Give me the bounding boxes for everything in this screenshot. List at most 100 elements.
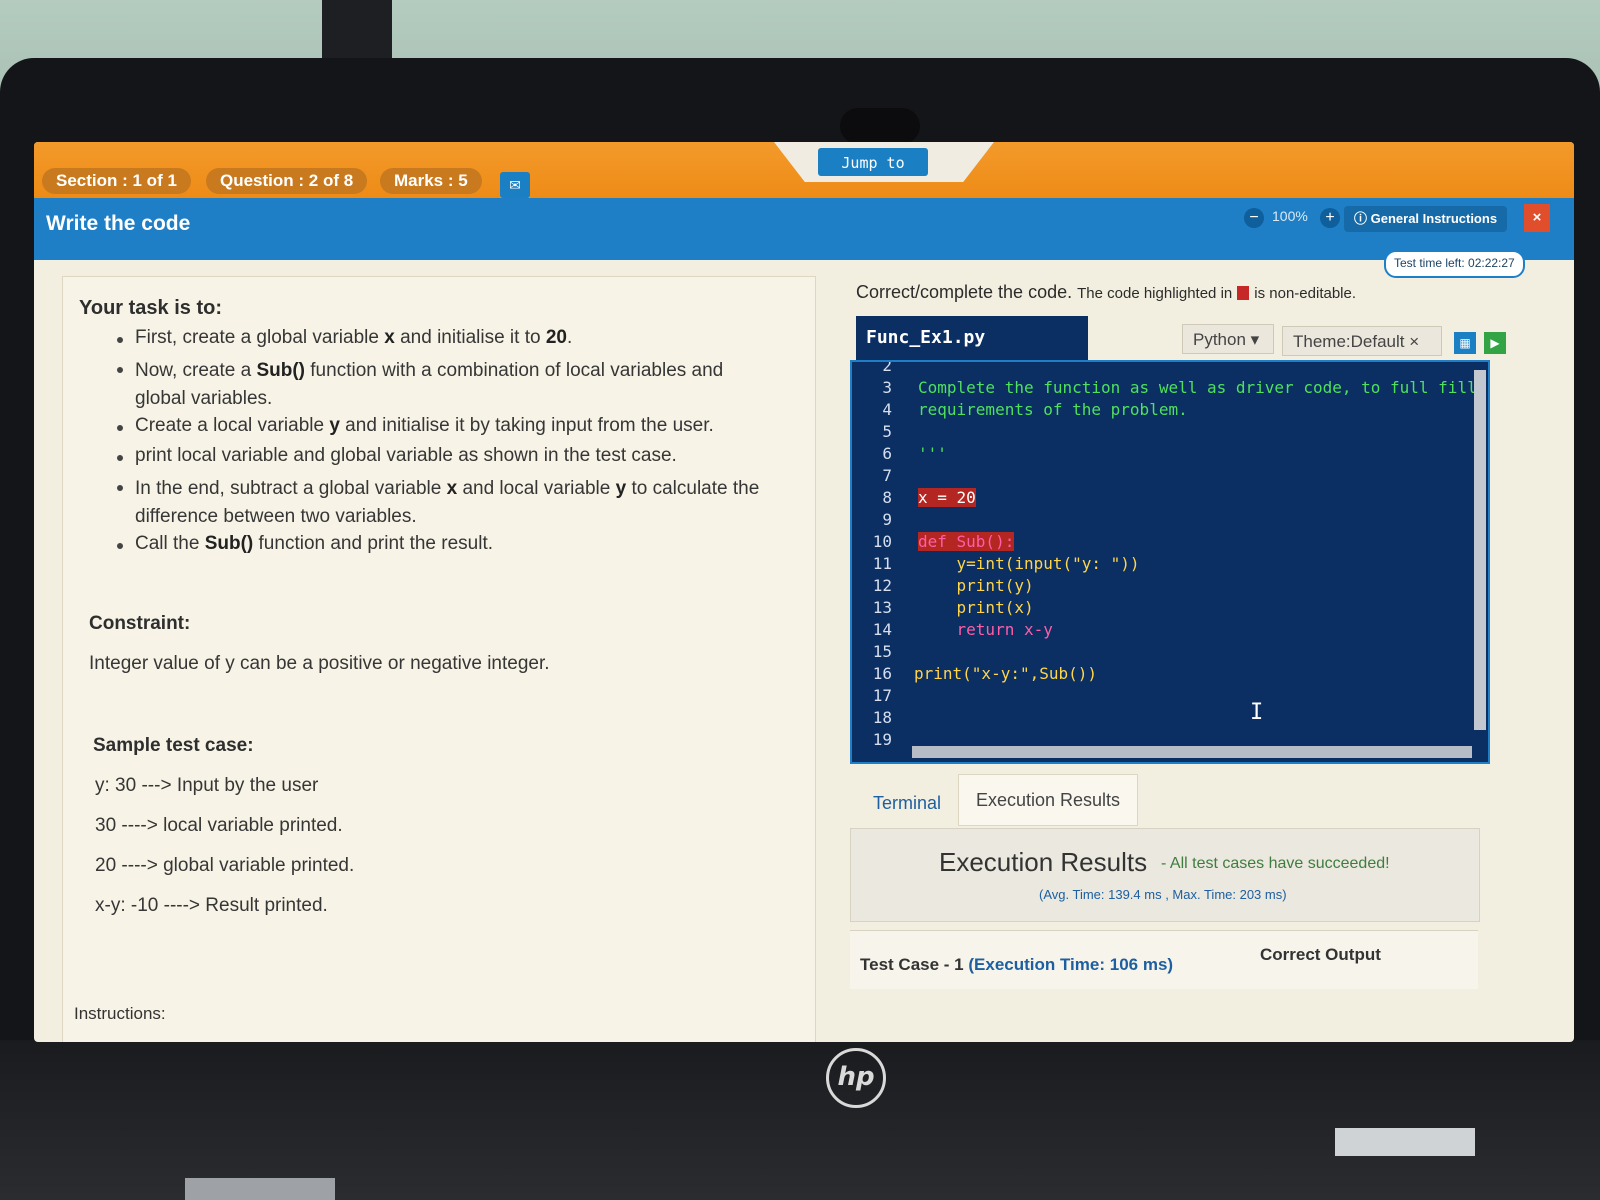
line-number: 7 xyxy=(882,466,892,485)
code-line: print(y) xyxy=(918,576,1034,595)
execution-results-panel: Execution Results - All test cases have … xyxy=(850,828,1480,922)
page-title: Write the code xyxy=(46,212,191,235)
constraint-heading: Constraint: xyxy=(89,613,191,634)
text-cursor-icon: I xyxy=(1250,700,1264,725)
code-line-locked: x = 20 xyxy=(918,488,976,507)
constraint-text: Integer value of y can be a positive or … xyxy=(89,653,550,674)
sample-test-heading: Sample test case: xyxy=(93,735,254,756)
task-bullet-6: Call the Sub() function and print the re… xyxy=(135,533,494,554)
code-line: requirements of the problem. xyxy=(918,400,1188,419)
file-tab[interactable]: Func_Ex1.py xyxy=(856,316,1088,360)
code-caption: Correct/complete the code. The code high… xyxy=(856,282,1356,303)
code-line-locked: def Sub(): xyxy=(918,532,1015,551)
line-number: 8 xyxy=(882,488,892,507)
code-line: print(x) xyxy=(918,598,1034,617)
caption-note-post: is non-editable. xyxy=(1254,285,1357,302)
line-number: 4 xyxy=(882,400,892,419)
code-line: return x-y xyxy=(918,620,1053,639)
sample-line: x-y: -10 ----> Result printed. xyxy=(95,895,328,916)
avg-time: (Avg. Time: 139.4 ms , Max. Time: 203 ms… xyxy=(1039,887,1287,902)
hp-logo: hp xyxy=(826,1048,886,1108)
line-number: 19 xyxy=(872,730,892,749)
line-number: 13 xyxy=(872,598,892,617)
zoom-level: 100% xyxy=(1272,208,1308,224)
code-line: y=int(input("y: ")) xyxy=(918,554,1140,573)
bullet-dot xyxy=(117,455,123,461)
problem-statement-panel: Your task is to: First, create a global … xyxy=(62,276,816,1042)
line-number: 9 xyxy=(882,510,892,529)
task-bullet-1: First, create a global variable x and in… xyxy=(135,327,573,348)
test-case-name: Test Case - 1 xyxy=(860,955,964,974)
run-icon[interactable]: ▶ xyxy=(1484,332,1506,354)
line-number: 10 xyxy=(872,532,892,551)
line-number: 15 xyxy=(872,642,892,661)
results-title: Execution Results xyxy=(939,847,1148,877)
caption-note-pre: The code highlighted in xyxy=(1077,285,1233,302)
sample-line: 20 ----> global variable printed. xyxy=(95,855,355,876)
test-case-row[interactable]: Test Case - 1 (Execution Time: 106 ms) C… xyxy=(850,930,1478,989)
save-icon[interactable]: ▦ xyxy=(1454,332,1476,354)
jump-to-button[interactable]: Jump to xyxy=(818,148,928,176)
zoom-out-icon[interactable]: − xyxy=(1244,208,1264,228)
task-bullet-4: print local variable and global variable… xyxy=(135,445,677,466)
line-number: 16 xyxy=(872,664,892,683)
sample-line: 30 ----> local variable printed. xyxy=(95,815,343,836)
bullet-dot xyxy=(117,367,123,373)
webcam xyxy=(840,108,920,144)
horizontal-scrollbar[interactable] xyxy=(912,746,1472,758)
sample-line: y: 30 ---> Input by the user xyxy=(95,775,319,796)
close-button[interactable]: × xyxy=(1524,204,1550,232)
title-bar: Write the code − 100% + ⓘ General Instru… xyxy=(34,198,1574,260)
chevron-down-icon: ▾ xyxy=(1250,330,1260,349)
theme-value: Theme:Default xyxy=(1293,332,1405,351)
clear-icon: × xyxy=(1409,332,1420,351)
code-line: Complete the function as well as driver … xyxy=(918,378,1477,397)
caption-main: Correct/complete the code. xyxy=(856,282,1073,302)
screen: Section : 1 of 1 Question : 2 of 8 Marks… xyxy=(34,142,1574,1042)
results-status: - All test cases have succeeded! xyxy=(1161,855,1390,872)
marks-badge: Marks : 5 xyxy=(380,168,482,194)
code-line: print("x-y:",Sub()) xyxy=(914,664,1098,683)
code-line: ''' xyxy=(918,444,947,463)
task-bullet-2: Now, create a Sub() function with a comb… xyxy=(135,360,724,409)
zoom-in-icon[interactable]: + xyxy=(1320,208,1340,228)
task-bullet-3: Create a local variable y and initialise… xyxy=(135,415,714,436)
bullet-dot xyxy=(117,425,123,431)
bullet-dot xyxy=(117,543,123,549)
instructions-label: Instructions: xyxy=(74,1004,166,1023)
chat-icon[interactable]: ✉ xyxy=(500,172,530,198)
language-value: Python xyxy=(1193,330,1246,349)
line-number: 2 xyxy=(882,360,892,375)
general-instructions-label: General Instructions xyxy=(1370,211,1498,226)
general-instructions-button[interactable]: ⓘ General Instructions xyxy=(1344,206,1508,232)
task-bullet-5: In the end, subtract a global variable x… xyxy=(135,478,760,527)
theme-select[interactable]: Theme:Default × xyxy=(1282,326,1442,356)
section-badge: Section : 1 of 1 xyxy=(42,168,191,194)
vertical-scrollbar[interactable] xyxy=(1474,370,1486,730)
language-select[interactable]: Python ▾ xyxy=(1182,324,1274,354)
line-number: 6 xyxy=(882,444,892,463)
line-number: 12 xyxy=(872,576,892,595)
code-editor[interactable]: 2 3 Complete the function as well as dri… xyxy=(850,360,1490,764)
laptop-keyboard-deck xyxy=(0,1040,1600,1200)
line-number: 3 xyxy=(882,378,892,397)
bullet-dot xyxy=(117,485,123,491)
header-bar: Section : 1 of 1 Question : 2 of 8 Marks… xyxy=(34,142,1574,198)
correct-output-label: Correct Output xyxy=(1260,945,1381,964)
line-number: 14 xyxy=(872,620,892,639)
line-number: 11 xyxy=(872,554,892,573)
hinge-left xyxy=(185,1178,335,1200)
test-exec-time: (Execution Time: 106 ms) xyxy=(968,955,1174,974)
test-case-label: Test Case - 1 (Execution Time: 106 ms) xyxy=(860,955,1173,975)
line-number: 17 xyxy=(872,686,892,705)
task-heading: Your task is to: xyxy=(79,297,222,319)
bullet-dot xyxy=(117,337,123,343)
question-badge[interactable]: Question : 2 of 8 xyxy=(206,168,368,194)
tab-execution-results[interactable]: Execution Results xyxy=(958,774,1138,826)
timer: Test time left: 02:22:27 xyxy=(1384,250,1525,278)
hinge-right xyxy=(1335,1128,1475,1156)
tab-terminal[interactable]: Terminal xyxy=(856,782,958,824)
non-editable-swatch xyxy=(1237,286,1250,301)
line-number: 18 xyxy=(872,708,892,727)
line-number: 5 xyxy=(882,422,892,441)
